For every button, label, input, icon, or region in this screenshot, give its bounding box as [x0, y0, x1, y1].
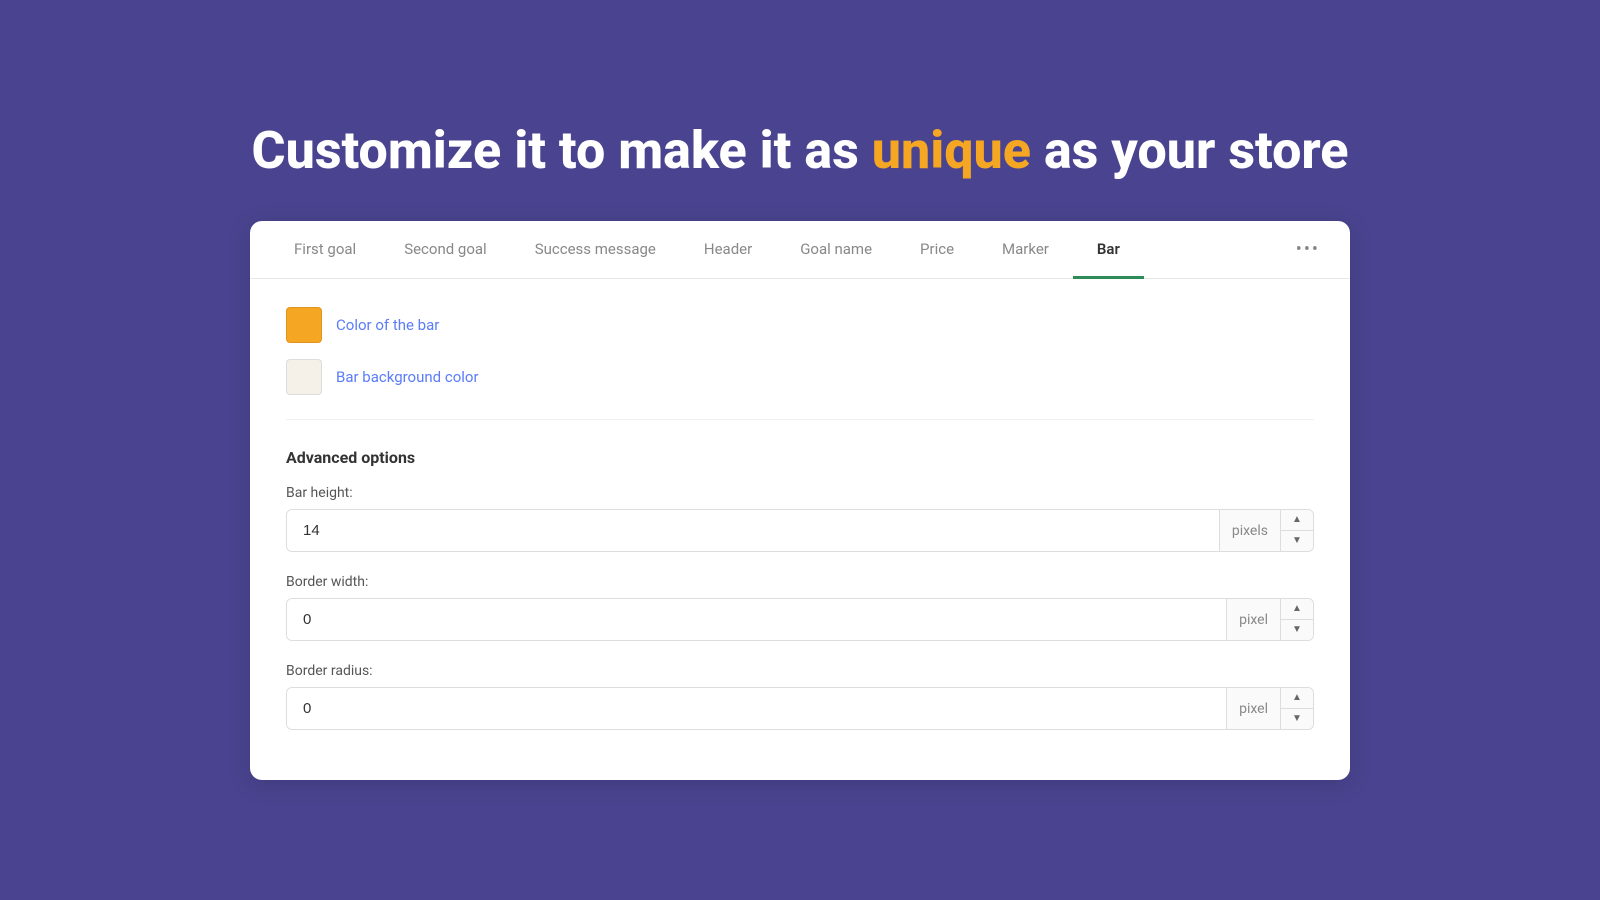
settings-card: First goal Second goal Success message H…: [250, 221, 1350, 780]
tab-bar: First goal Second goal Success message H…: [250, 221, 1350, 279]
card-body: Color of the bar Bar background color Ad…: [250, 279, 1350, 780]
color-section: Color of the bar Bar background color: [286, 307, 1314, 420]
bar-height-decrement[interactable]: ▼: [1281, 531, 1313, 551]
border-width-group: Border width: pixel ▲ ▼: [286, 574, 1314, 641]
headline-highlight: unique: [872, 120, 1031, 181]
advanced-section: Advanced options Bar height: pixels ▲ ▼ …: [286, 444, 1314, 730]
tab-header[interactable]: Header: [680, 222, 776, 279]
tab-price[interactable]: Price: [896, 222, 978, 279]
border-width-input[interactable]: [287, 599, 1226, 640]
tab-more-button[interactable]: •••: [1286, 221, 1330, 278]
border-radius-input-row: pixel ▲ ▼: [286, 687, 1314, 730]
bar-height-label: Bar height:: [286, 485, 1314, 501]
tab-first-goal[interactable]: First goal: [270, 222, 380, 279]
border-width-stepper: ▲ ▼: [1280, 599, 1313, 640]
page-headline: Customize it to make it as unique as you…: [252, 120, 1349, 181]
bar-bg-color-label: Bar background color: [336, 368, 479, 386]
border-radius-unit: pixel: [1226, 688, 1280, 729]
border-radius-increment[interactable]: ▲: [1281, 688, 1313, 709]
bar-height-increment[interactable]: ▲: [1281, 510, 1313, 531]
border-width-input-row: pixel ▲ ▼: [286, 598, 1314, 641]
border-width-unit: pixel: [1226, 599, 1280, 640]
bar-color-label: Color of the bar: [336, 316, 439, 334]
headline-prefix: Customize it to make it as: [252, 120, 872, 181]
border-radius-stepper: ▲ ▼: [1280, 688, 1313, 729]
border-width-label: Border width:: [286, 574, 1314, 590]
tab-bar[interactable]: Bar: [1073, 222, 1144, 279]
tab-second-goal[interactable]: Second goal: [380, 222, 511, 279]
border-radius-decrement[interactable]: ▼: [1281, 709, 1313, 729]
tab-success-message[interactable]: Success message: [511, 222, 680, 279]
tab-goal-name[interactable]: Goal name: [776, 222, 896, 279]
border-radius-label: Border radius:: [286, 663, 1314, 679]
bar-height-input-row: pixels ▲ ▼: [286, 509, 1314, 552]
headline-suffix: as your store: [1031, 120, 1348, 181]
border-width-decrement[interactable]: ▼: [1281, 620, 1313, 640]
bar-height-unit: pixels: [1219, 510, 1280, 551]
bar-height-stepper: ▲ ▼: [1280, 510, 1313, 551]
advanced-title: Advanced options: [286, 448, 1314, 467]
bar-color-row[interactable]: Color of the bar: [286, 307, 1314, 343]
border-radius-group: Border radius: pixel ▲ ▼: [286, 663, 1314, 730]
tab-marker[interactable]: Marker: [978, 222, 1073, 279]
bar-height-group: Bar height: pixels ▲ ▼: [286, 485, 1314, 552]
bar-color-swatch[interactable]: [286, 307, 322, 343]
bar-bg-color-swatch[interactable]: [286, 359, 322, 395]
border-radius-input[interactable]: [287, 688, 1226, 729]
border-width-increment[interactable]: ▲: [1281, 599, 1313, 620]
bar-height-input[interactable]: [287, 510, 1219, 551]
bar-bg-color-row[interactable]: Bar background color: [286, 359, 1314, 395]
